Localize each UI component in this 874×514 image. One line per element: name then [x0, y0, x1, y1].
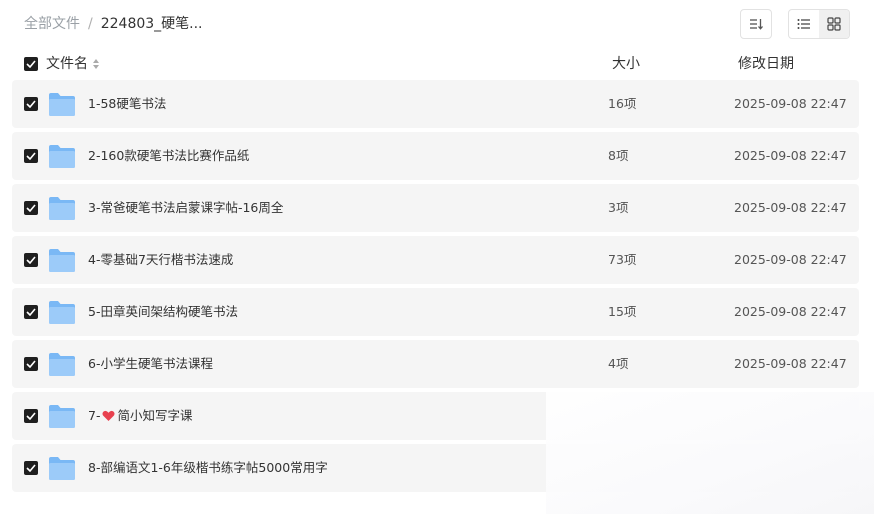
row-checkbox[interactable]: [24, 357, 38, 371]
check-icon: [26, 256, 36, 264]
heart-icon: [102, 410, 115, 421]
file-name[interactable]: 5-田章英间架结构硬笔书法: [88, 288, 238, 336]
row-checkbox[interactable]: [24, 409, 38, 423]
folder-icon: [49, 353, 75, 376]
file-date: 2025-09-08 22:47: [734, 148, 847, 163]
file-name[interactable]: 1-58硬笔书法: [88, 80, 166, 128]
list-view-icon: [797, 19, 810, 29]
check-icon: [26, 204, 36, 212]
row-checkbox[interactable]: [24, 253, 38, 267]
file-row[interactable]: 3-常爸硬笔书法启蒙课字帖-16周全 3项 2025-09-08 22:47: [12, 184, 859, 232]
folder-icon: [49, 145, 75, 168]
file-row[interactable]: 4-零基础7天行楷书法速成 73项 2025-09-08 22:47: [12, 236, 859, 284]
list-view-button[interactable]: [789, 10, 819, 38]
check-icon: [26, 152, 36, 160]
check-icon: [26, 464, 36, 472]
check-icon: [26, 308, 36, 316]
file-name[interactable]: 8-部编语文1-6年级楷书练字帖5000常用字: [88, 444, 328, 492]
view-toggle-group: [788, 9, 850, 39]
file-date: 2025-09-08 22:47: [734, 252, 847, 267]
folder-icon: [49, 93, 75, 116]
row-checkbox[interactable]: [24, 461, 38, 475]
file-date: 2025-09-08 22:47: [734, 356, 847, 371]
date-column-header[interactable]: 修改日期: [738, 52, 794, 76]
file-size: 3项: [608, 200, 629, 215]
check-icon: [26, 360, 36, 368]
breadcrumb: 全部文件 / 224803_硬笔...: [24, 14, 203, 34]
folder-icon: [49, 249, 75, 272]
file-name-suffix: 简小知写字课: [117, 408, 193, 423]
grid-view-icon: [827, 17, 841, 31]
sort-toggle-icon: [93, 59, 99, 69]
folder-icon: [49, 301, 75, 324]
file-name-prefix: 7-: [88, 408, 101, 423]
file-row[interactable]: 1-58硬笔书法 16项 2025-09-08 22:47: [12, 80, 859, 128]
folder-icon: [49, 405, 75, 428]
file-size: 16项: [608, 96, 637, 111]
file-size: 15项: [608, 304, 637, 319]
select-all-checkbox[interactable]: [24, 57, 38, 71]
file-name[interactable]: 7- 简小知写字课: [88, 392, 192, 440]
breadcrumb-separator: /: [88, 16, 93, 32]
check-icon: [26, 100, 36, 108]
folder-icon: [49, 197, 75, 220]
breadcrumb-root-link[interactable]: 全部文件: [24, 14, 80, 34]
check-icon: [26, 60, 36, 68]
name-column-label: 文件名: [46, 56, 88, 72]
row-checkbox[interactable]: [24, 305, 38, 319]
file-name[interactable]: 6-小学生硬笔书法课程: [88, 340, 213, 388]
column-header: 文件名 大小 修改日期: [0, 52, 874, 76]
file-date: 2025-09-08 22:47: [734, 96, 847, 111]
name-column-header[interactable]: 文件名: [46, 52, 100, 76]
row-checkbox[interactable]: [24, 201, 38, 215]
file-name[interactable]: 2-160款硬笔书法比赛作品纸: [88, 132, 249, 180]
file-size: 8项: [608, 148, 629, 163]
check-icon: [26, 412, 36, 420]
file-row[interactable]: 5-田章英间架结构硬笔书法 15项 2025-09-08 22:47: [12, 288, 859, 336]
blank-overlay-panel: [546, 392, 874, 514]
size-column-header[interactable]: 大小: [612, 52, 640, 76]
file-row[interactable]: 6-小学生硬笔书法课程 4项 2025-09-08 22:47: [12, 340, 859, 388]
folder-icon: [49, 457, 75, 480]
sort-icon: [750, 19, 763, 30]
row-checkbox[interactable]: [24, 149, 38, 163]
file-date: 2025-09-08 22:47: [734, 304, 847, 319]
file-row[interactable]: 2-160款硬笔书法比赛作品纸 8项 2025-09-08 22:47: [12, 132, 859, 180]
file-size: 73项: [608, 252, 637, 267]
breadcrumb-current: 224803_硬笔...: [100, 16, 203, 32]
top-bar: 全部文件 / 224803_硬笔...: [0, 0, 874, 48]
file-name[interactable]: 3-常爸硬笔书法启蒙课字帖-16周全: [88, 184, 283, 232]
file-date: 2025-09-08 22:47: [734, 200, 847, 215]
row-checkbox[interactable]: [24, 97, 38, 111]
file-name[interactable]: 4-零基础7天行楷书法速成: [88, 236, 233, 284]
grid-view-button[interactable]: [819, 10, 849, 38]
sort-button[interactable]: [740, 9, 772, 39]
file-size: 4项: [608, 356, 629, 371]
